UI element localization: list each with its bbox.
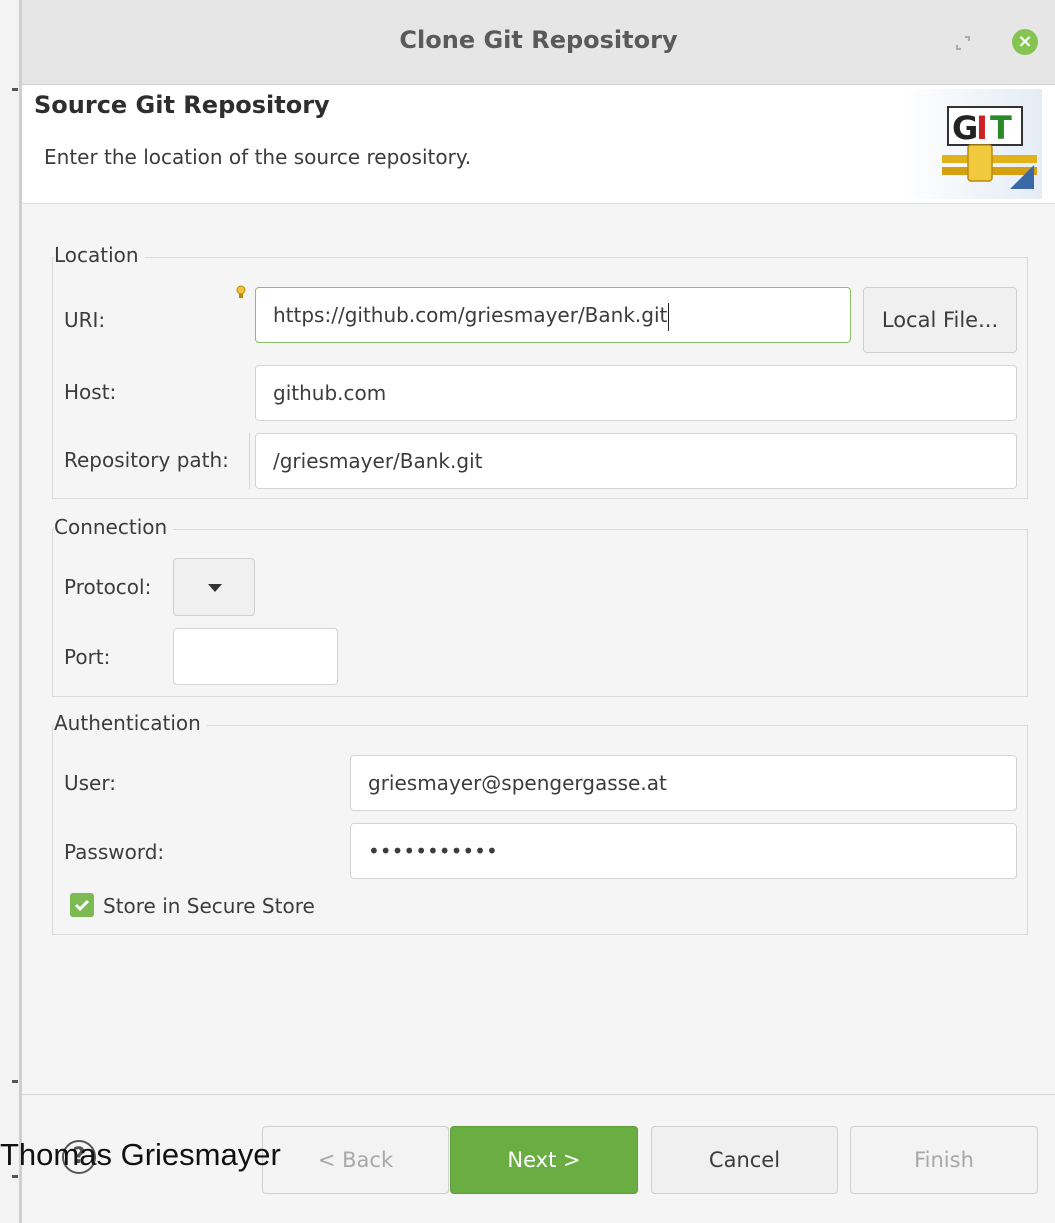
svg-text:I: I <box>976 109 988 147</box>
restore-icon[interactable] <box>954 34 972 52</box>
edge-mark <box>12 1175 18 1178</box>
port-input[interactable] <box>173 628 338 685</box>
edge-mark <box>12 1080 18 1083</box>
location-group-label: Location <box>54 243 145 267</box>
host-label: Host: <box>64 380 117 404</box>
footer-divider <box>22 1094 1055 1095</box>
user-label: User: <box>64 771 116 795</box>
window-title: Clone Git Repository <box>399 26 678 54</box>
store-secure-label[interactable]: Store in Secure Store <box>103 894 315 918</box>
svg-text:G: G <box>952 109 978 147</box>
content-assist-bulb-icon <box>236 285 246 298</box>
uri-value: https://github.com/griesmayer/Bank.git <box>273 303 668 327</box>
back-button[interactable]: < Back <box>262 1126 449 1194</box>
checkmark-icon <box>74 899 90 912</box>
next-button[interactable]: Next > <box>450 1126 638 1194</box>
page-title: Source Git Repository <box>34 91 330 119</box>
local-file-button[interactable]: Local File... <box>863 287 1017 353</box>
cancel-button[interactable]: Cancel <box>651 1126 838 1194</box>
edge-mark <box>12 88 18 91</box>
label-divider <box>249 433 250 489</box>
wizard-header: Source Git Repository Enter the location… <box>22 85 1055 204</box>
svg-text:T: T <box>990 109 1012 147</box>
page-description: Enter the location of the source reposit… <box>44 145 472 169</box>
protocol-label: Protocol: <box>64 575 152 599</box>
chevron-down-icon <box>208 584 222 592</box>
repository-path-input[interactable]: /griesmayer/Bank.git <box>255 433 1017 489</box>
uri-label: URI: <box>64 308 106 332</box>
title-bar: Clone Git Repository × <box>22 0 1055 85</box>
uri-input[interactable]: https://github.com/griesmayer/Bank.git <box>255 287 851 343</box>
password-input[interactable]: ••••••••••• <box>350 823 1017 879</box>
author-watermark: Thomas Griesmayer <box>0 1137 281 1172</box>
text-caret <box>668 302 670 331</box>
user-input[interactable]: griesmayer@spengergasse.at <box>350 755 1017 811</box>
protocol-dropdown[interactable] <box>173 558 255 616</box>
store-secure-checkbox[interactable] <box>70 893 94 917</box>
connection-group-label: Connection <box>54 515 174 539</box>
password-label: Password: <box>64 840 165 864</box>
repository-path-label: Repository path: <box>64 448 229 472</box>
host-input[interactable]: github.com <box>255 365 1017 421</box>
close-icon[interactable]: × <box>1012 29 1038 55</box>
authentication-group-label: Authentication <box>54 711 207 735</box>
clone-git-repository-dialog: Clone Git Repository × Source Git Reposi… <box>22 0 1055 1223</box>
port-label: Port: <box>64 645 111 669</box>
finish-button[interactable]: Finish <box>850 1126 1038 1194</box>
background-window-edge <box>0 0 22 1223</box>
git-logo-icon: G I T <box>902 89 1042 199</box>
